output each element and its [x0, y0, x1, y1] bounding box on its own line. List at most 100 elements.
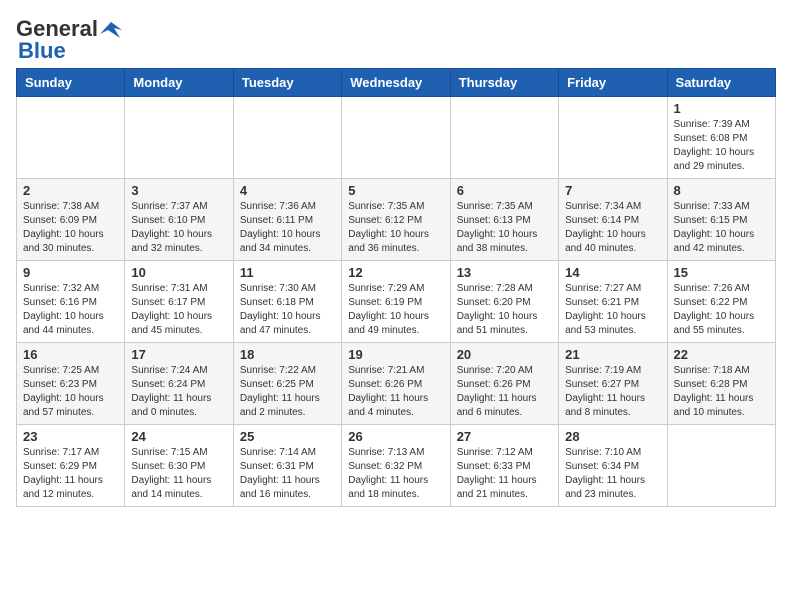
day-number: 14: [565, 265, 660, 280]
weekday-header-wednesday: Wednesday: [342, 68, 450, 96]
day-info: Sunrise: 7:33 AM Sunset: 6:15 PM Dayligh…: [674, 200, 769, 256]
day-number: 20: [457, 347, 552, 362]
calendar: SundayMondayTuesdayWednesdayThursdayFrid…: [16, 68, 776, 507]
calendar-cell: 10Sunrise: 7:31 AM Sunset: 6:17 PM Dayli…: [125, 260, 233, 342]
day-number: 21: [565, 347, 660, 362]
calendar-cell: 7Sunrise: 7:34 AM Sunset: 6:14 PM Daylig…: [559, 178, 667, 260]
calendar-cell: [233, 96, 341, 178]
day-number: 7: [565, 183, 660, 198]
day-number: 1: [674, 101, 769, 116]
calendar-cell: [342, 96, 450, 178]
weekday-header-monday: Monday: [125, 68, 233, 96]
day-number: 11: [240, 265, 335, 280]
day-info: Sunrise: 7:38 AM Sunset: 6:09 PM Dayligh…: [23, 200, 118, 256]
calendar-cell: 9 Sunrise: 7:32 AM Sunset: 6:16 PM Daylig…: [17, 260, 125, 342]
calendar-week-row: 1 Sunrise: 7:39 AM Sunset: 6:08 PM Daylig…: [17, 96, 776, 178]
day-number: 25: [240, 429, 335, 444]
day-info: Sunrise: 7:13 AM Sunset: 6:32 PM Dayligh…: [348, 446, 443, 502]
day-number: 4: [240, 183, 335, 198]
weekday-header-saturday: Saturday: [667, 68, 775, 96]
day-info: Sunrise: 7:29 AM Sunset: 6:19 PM Dayligh…: [348, 282, 443, 338]
calendar-cell: 1 Sunrise: 7:39 AM Sunset: 6:08 PM Daylig…: [667, 96, 775, 178]
day-info: Sunrise: 7:37 AM Sunset: 6:10 PM Dayligh…: [131, 200, 226, 256]
calendar-cell: 17 Sunrise: 7:24 AM Sunset: 6:24 PM Dayli…: [125, 342, 233, 424]
calendar-cell: 8 Sunrise: 7:33 AM Sunset: 6:15 PM Daylig…: [667, 178, 775, 260]
day-number: 8: [674, 183, 769, 198]
header: General Blue: [16, 16, 776, 60]
calendar-cell: 2 Sunrise: 7:38 AM Sunset: 6:09 PM Daylig…: [17, 178, 125, 260]
weekday-header-thursday: Thursday: [450, 68, 558, 96]
calendar-cell: 25Sunrise: 7:14 AM Sunset: 6:31 PM Dayli…: [233, 424, 341, 506]
day-number: 2: [23, 183, 118, 198]
calendar-cell: [667, 424, 775, 506]
day-number: 10: [131, 265, 226, 280]
calendar-week-row: 16 Sunrise: 7:25 AM Sunset: 6:23 PM Dayli…: [17, 342, 776, 424]
calendar-cell: 24 Sunrise: 7:15 AM Sunset: 6:30 PM Dayli…: [125, 424, 233, 506]
day-number: 27: [457, 429, 552, 444]
calendar-cell: 16 Sunrise: 7:25 AM Sunset: 6:23 PM Dayli…: [17, 342, 125, 424]
calendar-cell: 22 Sunrise: 7:18 AM Sunset: 6:28 PM Dayli…: [667, 342, 775, 424]
calendar-cell: 5 Sunrise: 7:35 AM Sunset: 6:12 PM Daylig…: [342, 178, 450, 260]
day-info: Sunrise: 7:19 AM Sunset: 6:27 PM Dayligh…: [565, 364, 660, 420]
weekday-header-tuesday: Tuesday: [233, 68, 341, 96]
day-info: Sunrise: 7:22 AM Sunset: 6:25 PM Dayligh…: [240, 364, 335, 420]
day-info: Sunrise: 7:21 AM Sunset: 6:26 PM Dayligh…: [348, 364, 443, 420]
calendar-cell: [559, 96, 667, 178]
day-number: 22: [674, 347, 769, 362]
calendar-cell: 26 Sunrise: 7:13 AM Sunset: 6:32 PM Dayli…: [342, 424, 450, 506]
calendar-cell: 6 Sunrise: 7:35 AM Sunset: 6:13 PM Daylig…: [450, 178, 558, 260]
day-number: 13: [457, 265, 552, 280]
calendar-cell: 11 Sunrise: 7:30 AM Sunset: 6:18 PM Dayli…: [233, 260, 341, 342]
day-number: 5: [348, 183, 443, 198]
day-number: 16: [23, 347, 118, 362]
calendar-week-row: 9 Sunrise: 7:32 AM Sunset: 6:16 PM Daylig…: [17, 260, 776, 342]
calendar-cell: 12 Sunrise: 7:29 AM Sunset: 6:19 PM Dayli…: [342, 260, 450, 342]
logo: General Blue: [16, 16, 122, 60]
calendar-cell: 14 Sunrise: 7:27 AM Sunset: 6:21 PM Dayli…: [559, 260, 667, 342]
day-number: 9: [23, 265, 118, 280]
day-info: Sunrise: 7:26 AM Sunset: 6:22 PM Dayligh…: [674, 282, 769, 338]
day-number: 18: [240, 347, 335, 362]
day-info: Sunrise: 7:24 AM Sunset: 6:24 PM Dayligh…: [131, 364, 226, 420]
day-number: 15: [674, 265, 769, 280]
day-number: 26: [348, 429, 443, 444]
day-number: 6: [457, 183, 552, 198]
day-number: 17: [131, 347, 226, 362]
calendar-cell: [450, 96, 558, 178]
day-info: Sunrise: 7:15 AM Sunset: 6:30 PM Dayligh…: [131, 446, 226, 502]
day-info: Sunrise: 7:35 AM Sunset: 6:13 PM Dayligh…: [457, 200, 552, 256]
day-info: Sunrise: 7:39 AM Sunset: 6:08 PM Dayligh…: [674, 118, 769, 174]
day-info: Sunrise: 7:25 AM Sunset: 6:23 PM Dayligh…: [23, 364, 118, 420]
day-info: Sunrise: 7:20 AM Sunset: 6:26 PM Dayligh…: [457, 364, 552, 420]
day-number: 28: [565, 429, 660, 444]
calendar-cell: 19 Sunrise: 7:21 AM Sunset: 6:26 PM Dayli…: [342, 342, 450, 424]
calendar-cell: 13Sunrise: 7:28 AM Sunset: 6:20 PM Dayli…: [450, 260, 558, 342]
calendar-cell: 27Sunrise: 7:12 AM Sunset: 6:33 PM Dayli…: [450, 424, 558, 506]
calendar-cell: 28 Sunrise: 7:10 AM Sunset: 6:34 PM Dayli…: [559, 424, 667, 506]
weekday-header-friday: Friday: [559, 68, 667, 96]
calendar-cell: 20 Sunrise: 7:20 AM Sunset: 6:26 PM Dayli…: [450, 342, 558, 424]
day-number: 24: [131, 429, 226, 444]
day-number: 12: [348, 265, 443, 280]
weekday-header-sunday: Sunday: [17, 68, 125, 96]
calendar-cell: 4 Sunrise: 7:36 AM Sunset: 6:11 PM Daylig…: [233, 178, 341, 260]
day-info: Sunrise: 7:36 AM Sunset: 6:11 PM Dayligh…: [240, 200, 335, 256]
day-info: Sunrise: 7:18 AM Sunset: 6:28 PM Dayligh…: [674, 364, 769, 420]
day-number: 19: [348, 347, 443, 362]
day-info: Sunrise: 7:32 AM Sunset: 6:16 PM Dayligh…: [23, 282, 118, 338]
day-info: Sunrise: 7:27 AM Sunset: 6:21 PM Dayligh…: [565, 282, 660, 338]
logo-blue-text: Blue: [18, 42, 66, 60]
weekday-header-row: SundayMondayTuesdayWednesdayThursdayFrid…: [17, 68, 776, 96]
day-info: Sunrise: 7:35 AM Sunset: 6:12 PM Dayligh…: [348, 200, 443, 256]
day-info: Sunrise: 7:30 AM Sunset: 6:18 PM Dayligh…: [240, 282, 335, 338]
day-info: Sunrise: 7:17 AM Sunset: 6:29 PM Dayligh…: [23, 446, 118, 502]
calendar-cell: 15 Sunrise: 7:26 AM Sunset: 6:22 PM Dayli…: [667, 260, 775, 342]
calendar-cell: 21 Sunrise: 7:19 AM Sunset: 6:27 PM Dayli…: [559, 342, 667, 424]
calendar-cell: 18 Sunrise: 7:22 AM Sunset: 6:25 PM Dayli…: [233, 342, 341, 424]
day-info: Sunrise: 7:10 AM Sunset: 6:34 PM Dayligh…: [565, 446, 660, 502]
calendar-week-row: 2 Sunrise: 7:38 AM Sunset: 6:09 PM Daylig…: [17, 178, 776, 260]
day-number: 23: [23, 429, 118, 444]
calendar-cell: [17, 96, 125, 178]
calendar-week-row: 23 Sunrise: 7:17 AM Sunset: 6:29 PM Dayli…: [17, 424, 776, 506]
logo-bird-icon: [100, 20, 122, 38]
